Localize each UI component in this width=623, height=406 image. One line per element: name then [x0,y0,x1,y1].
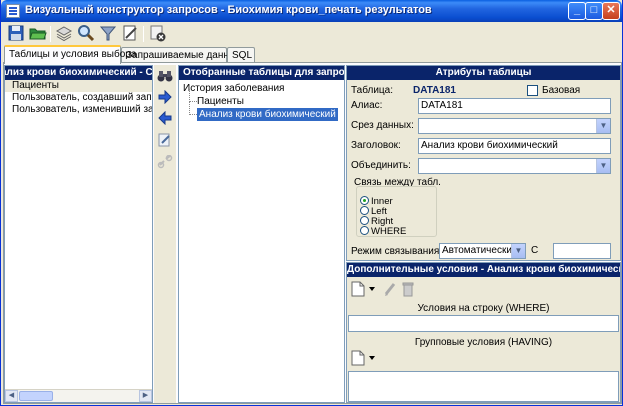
radio-left[interactable]: Left [360,206,387,217]
edit-document-icon[interactable] [121,24,139,42]
conditions-header: Дополнительные условия - Анализ крови би… [347,263,620,277]
alias-field[interactable]: DATA181 [418,98,611,114]
radio-icon[interactable] [360,206,369,215]
tables-tree: История заболевания Пациенты Анализ кров… [179,80,344,121]
chevron-down-icon[interactable]: ▼ [596,159,610,173]
toolbar-separator [143,26,144,42]
where-label: Условия на строку (WHERE) [417,303,550,314]
radio-right[interactable]: Right [360,216,393,227]
tree-node-label: Пациенты [197,96,244,107]
close-button[interactable]: ✕ [602,2,620,20]
layers-icon[interactable] [55,24,73,42]
query-builder-window: Визуальный конструктор запросов - Биохим… [0,0,623,406]
list-item[interactable]: Пользователь, изменивший запись [5,104,152,116]
tree-node-label: Анализ крови биохимический [197,108,338,121]
transfer-buttons [154,65,176,403]
table-label: Таблица: [351,85,393,96]
c-field[interactable] [553,243,611,259]
scroll-right-icon[interactable]: ▶ [139,390,152,402]
scroll-thumb[interactable] [19,391,53,401]
mode-label: Режим связывания: [351,246,443,257]
link-icon[interactable] [157,154,173,169]
new-having-icon[interactable] [351,350,365,366]
app-icon [6,4,20,18]
list-item[interactable]: Пользователь, создавший запись (Е [5,92,152,104]
fields-pane-header: ализ крови биохимический - Свя [5,66,152,80]
fields-pane: ализ крови биохимический - Свя Пациенты … [4,65,153,403]
dropdown-arrow-icon[interactable] [368,354,376,370]
search-icon[interactable] [77,24,95,42]
minimize-button[interactable]: _ [568,2,586,20]
mode-value: Автоматически [442,245,512,256]
arrow-right-icon[interactable] [157,89,173,105]
radio-where[interactable]: WHERE [360,226,407,237]
c-label: С [531,245,539,256]
merge-label: Объединить: [351,160,411,171]
selected-tables-pane: Отобранные таблицы для запроса История з… [178,65,345,403]
title-bar[interactable]: Визуальный конструктор запросов - Биохим… [1,0,622,22]
radio-icon[interactable] [360,226,369,235]
table-attributes-pane: Атрибуты таблицы Таблица: DATA181 Базова… [346,65,621,261]
fields-list: Пациенты Пользователь, создавший запись … [5,80,152,116]
toolbar [3,23,621,45]
tab-requested-data[interactable]: Запрашиваемые данные [121,47,242,63]
toolbar-separator [50,26,51,42]
list-item[interactable]: Пациенты [5,80,152,92]
link-type-group: Inner Left Right WHERE [356,186,437,237]
maximize-button[interactable]: □ [585,2,603,20]
radio-icon[interactable] [360,216,369,225]
radio-label: WHERE [371,226,407,237]
radio-inner[interactable]: Inner [360,196,393,207]
new-condition-icon[interactable] [351,281,365,297]
save-icon[interactable] [7,24,25,42]
tree-node[interactable]: Пациенты [183,89,344,108]
table-name: DATA181 [413,85,456,96]
chevron-down-icon[interactable]: ▼ [511,244,525,258]
horizontal-scrollbar[interactable]: ◀ ▶ [5,389,152,402]
dropdown-arrow-icon[interactable] [368,285,376,301]
slice-label: Срез данных: [351,120,414,131]
title-label: Заголовок: [351,140,401,151]
delete-condition-icon[interactable] [401,281,415,297]
tab-tables-conditions[interactable]: Таблицы и условия выбора [4,45,136,64]
edit-condition-icon[interactable] [383,281,397,297]
tab-sql[interactable]: SQL [227,47,255,63]
edit-link-icon[interactable] [157,133,173,147]
attributes-header: Атрибуты таблицы [347,66,620,80]
open-folder-icon[interactable] [29,24,47,42]
base-checkbox[interactable] [527,85,538,96]
selected-tables-header: Отобранные таблицы для запроса [179,66,344,80]
having-label: Групповые условия (HAVING) [414,337,553,348]
arrow-left-icon[interactable] [157,110,173,126]
binoculars-icon[interactable] [157,69,173,83]
tree-root[interactable]: История заболевания [183,82,344,95]
alias-label: Алиас: [351,100,383,111]
chevron-down-icon[interactable]: ▼ [596,119,610,133]
conditions-pane: Дополнительные условия - Анализ крови би… [346,262,621,403]
radio-selected-icon[interactable] [360,196,369,205]
merge-select[interactable]: ▼ [418,158,611,174]
close-query-icon[interactable] [149,24,167,42]
slice-select[interactable]: ▼ [418,118,611,134]
scroll-left-icon[interactable]: ◀ [5,390,18,402]
having-input[interactable] [348,371,619,402]
tree-node-selected[interactable]: Анализ крови биохимический [183,102,344,121]
window-title: Визуальный конструктор запросов - Биохим… [25,4,432,16]
mode-select[interactable]: Автоматически ▼ [439,243,526,259]
title-field[interactable]: Анализ крови биохимический [418,138,611,154]
filter-icon[interactable] [99,24,117,42]
where-input[interactable] [348,315,619,332]
base-label: Базовая [542,85,581,96]
